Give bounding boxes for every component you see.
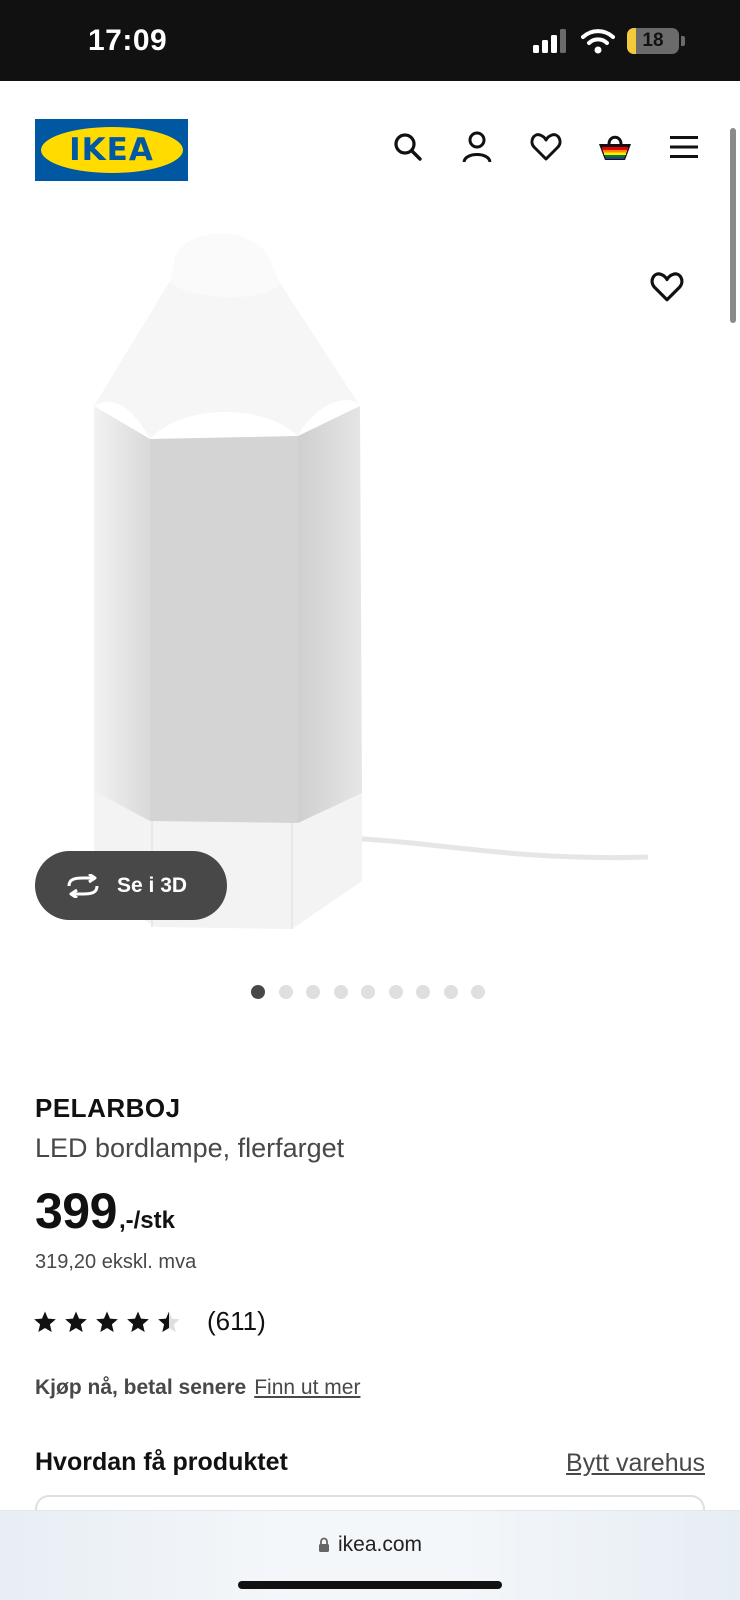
buy-now-pay-later: Kjøp nå, betal senere Finn ut mer: [35, 1376, 360, 1400]
carousel-dot[interactable]: [278, 985, 293, 999]
favorites-icon[interactable]: [528, 129, 564, 165]
status-time: 17:09: [88, 24, 168, 57]
star-icon: [158, 1311, 180, 1332]
price-amount: 399: [35, 1183, 117, 1239]
price-suffix: ,-/stk: [118, 1207, 175, 1234]
account-icon[interactable]: [459, 129, 495, 165]
wifi-icon: [581, 29, 615, 54]
cellular-signal-icon: [533, 29, 566, 53]
logo-text: IKEA: [69, 132, 154, 168]
rating-stars: [33, 1310, 181, 1334]
carousel-dot[interactable]: [251, 985, 265, 999]
see-in-3d-label: Se i 3D: [117, 873, 188, 897]
add-to-favorites-icon[interactable]: [650, 271, 690, 311]
carousel-dot[interactable]: [443, 985, 458, 999]
product-name: PELARBOJ: [35, 1093, 181, 1123]
carousel-dot[interactable]: [388, 985, 403, 999]
carousel-dot[interactable]: [416, 985, 430, 999]
how-to-get-product-heading: Hvordan få produktet: [35, 1448, 288, 1476]
carousel-dots: [251, 985, 485, 999]
see-in-3d-button[interactable]: Se i 3D: [35, 851, 227, 920]
basket-icon[interactable]: [597, 129, 633, 165]
search-icon[interactable]: [390, 129, 426, 165]
status-bar: 17:09 18: [0, 0, 740, 81]
product-rating[interactable]: (611): [33, 1306, 266, 1337]
rotate-3d-icon: [67, 873, 99, 898]
menu-icon[interactable]: [666, 129, 702, 165]
lock-icon: [318, 1537, 329, 1552]
product-description: LED bordlampe, flerfarget: [35, 1133, 345, 1163]
star-icon: [127, 1311, 149, 1332]
price-excl-vat: 319,20 ekskl. mva: [35, 1251, 197, 1273]
browser-address-bar[interactable]: ikea.com: [0, 1510, 740, 1600]
battery-icon: 18: [627, 28, 679, 54]
header-actions: [390, 129, 702, 165]
url-display[interactable]: ikea.com: [0, 1533, 740, 1557]
product-gallery[interactable]: Se i 3D: [0, 221, 740, 971]
url-text: ikea.com: [337, 1533, 423, 1556]
product-price: 399 ,-/stk: [35, 1182, 175, 1240]
review-count: (611): [207, 1306, 266, 1336]
bnpl-learn-more-link[interactable]: Finn ut mer: [254, 1376, 360, 1400]
battery-tip: [681, 36, 685, 46]
star-icon: [34, 1311, 56, 1332]
status-icons: 18: [533, 28, 685, 54]
logo-oval: IKEA: [40, 127, 183, 173]
star-icon: [96, 1311, 118, 1332]
site-header: IKEA: [0, 81, 740, 221]
carousel-dot[interactable]: [333, 985, 348, 999]
star-icon: [65, 1311, 87, 1332]
carousel-dot[interactable]: [361, 985, 375, 999]
change-store-link[interactable]: Bytt varehus: [566, 1449, 705, 1478]
home-indicator[interactable]: [238, 1581, 502, 1589]
carousel-dot[interactable]: [306, 985, 320, 999]
carousel-dot[interactable]: [471, 985, 485, 999]
battery-level: 18: [642, 30, 664, 51]
bnpl-text: Kjøp nå, betal senere: [35, 1376, 247, 1399]
ikea-logo[interactable]: IKEA: [35, 119, 188, 181]
